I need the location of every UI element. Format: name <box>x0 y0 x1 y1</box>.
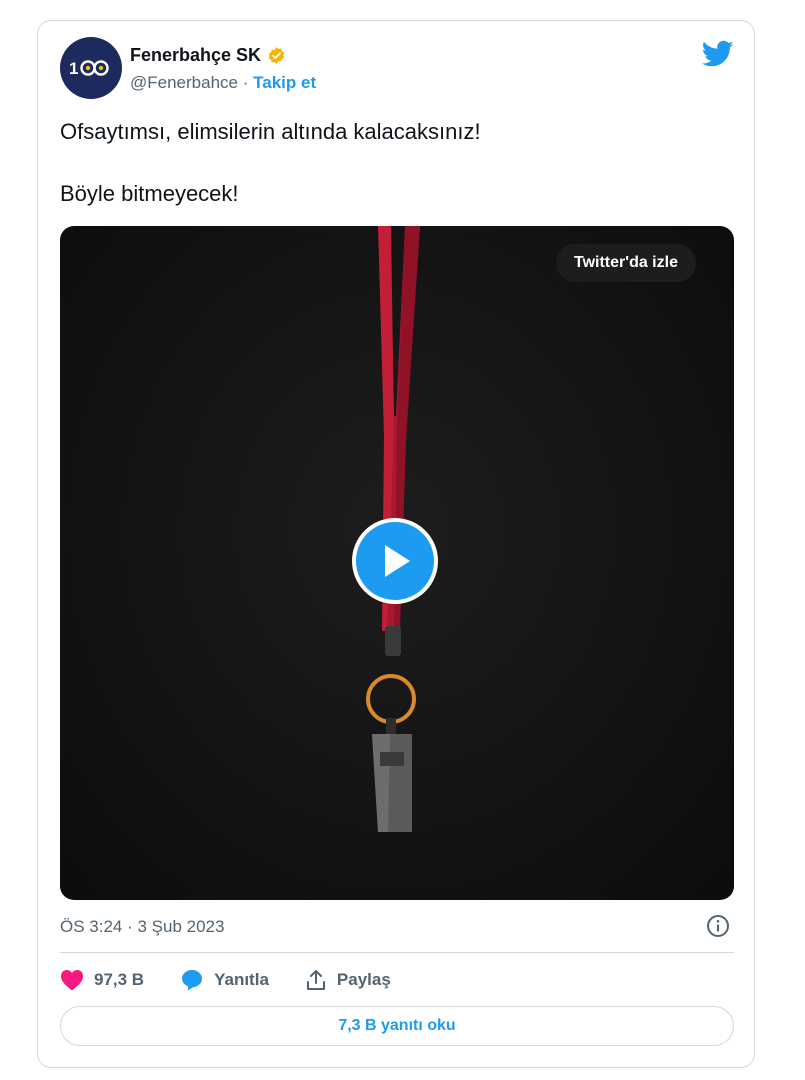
author-handle[interactable]: @Fenerbahce <box>130 73 238 92</box>
tweet-text-line-2: Böyle bitmeyecek! <box>60 181 239 206</box>
like-count: 97,3 B <box>94 970 145 989</box>
centenary-logo-icon: 1 <box>69 59 109 78</box>
play-button[interactable] <box>352 518 438 604</box>
reply-button[interactable]: Yanıtla <box>180 968 269 992</box>
author-name[interactable]: Fenerbahçe SK <box>130 45 261 66</box>
share-label: Paylaş <box>336 970 391 989</box>
like-button[interactable]: 97,3 B <box>60 969 144 991</box>
svg-text:1: 1 <box>69 59 78 78</box>
action-bar: 97,3 B Yanıtla Paylaş <box>60 966 427 994</box>
separator-dot: · <box>242 73 249 92</box>
tweet-text-line-1: Ofsaytımsı, elimsilerin altında kalacaks… <box>60 119 481 144</box>
handle-row: @Fenerbahce · Takip et <box>130 73 316 93</box>
watch-on-twitter-button[interactable]: Twitter'da izle <box>556 244 696 282</box>
verified-badge-icon <box>268 47 285 64</box>
read-replies-button[interactable]: 7,3 B yanıtı oku <box>60 1006 734 1046</box>
heart-icon <box>61 970 83 991</box>
author-row: Fenerbahçe SK <box>130 45 286 66</box>
follow-link[interactable]: Takip et <box>253 73 316 92</box>
divider <box>60 952 734 953</box>
info-icon[interactable] <box>706 914 730 938</box>
tweet-timestamp[interactable]: ÖS 3:24 · 3 Şub 2023 <box>60 917 224 937</box>
share-button[interactable]: Paylaş <box>305 969 391 991</box>
play-icon <box>385 545 410 577</box>
reply-bubble-icon <box>182 970 203 991</box>
twitter-bird-icon[interactable] <box>702 40 734 68</box>
tweet-text: Ofsaytımsı, elimsilerin altında kalacaks… <box>60 116 710 209</box>
share-icon <box>306 970 325 990</box>
avatar[interactable]: 1 <box>60 37 122 99</box>
reply-label: Yanıtla <box>214 970 269 989</box>
video-player[interactable]: Twitter'da izle <box>60 226 734 900</box>
